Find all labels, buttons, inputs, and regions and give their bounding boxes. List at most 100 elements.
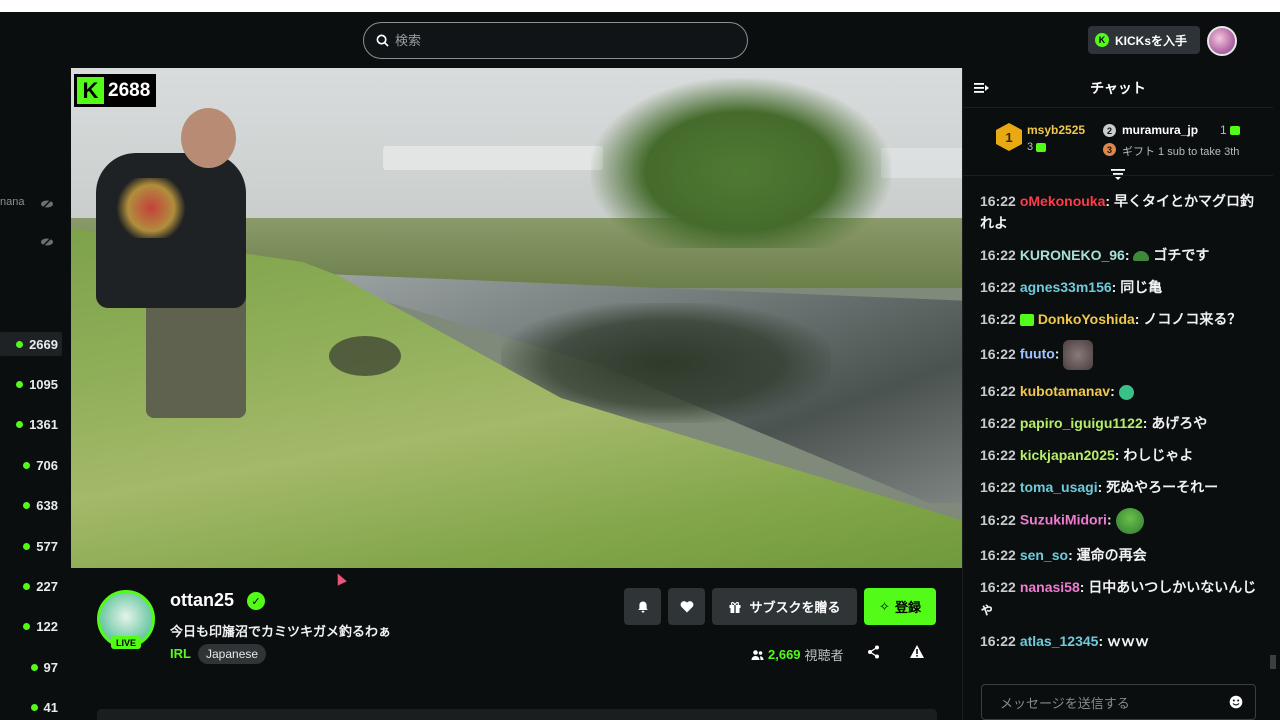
- category-link[interactable]: IRL: [170, 646, 191, 661]
- share-icon[interactable]: [867, 645, 880, 659]
- sidebar-channel-item[interactable]: 227: [0, 574, 62, 598]
- collapse-chat-icon[interactable]: [973, 81, 990, 95]
- msg-username[interactable]: agnes33m156: [1020, 279, 1112, 295]
- sidebar-channel-item[interactable]: 1361: [0, 412, 62, 436]
- sidebar-viewer-count: 41: [43, 699, 58, 715]
- chat-message: 16:22 oMekonouka: 早くタイとかマグロ釣れよ: [980, 193, 1254, 231]
- kicks-coin-icon: K: [1095, 33, 1109, 47]
- green-orb-emote-icon: [1118, 384, 1134, 400]
- live-dot-icon: [16, 340, 24, 348]
- language-tag[interactable]: Japanese: [198, 644, 267, 664]
- sidebar-channel-item[interactable]: 41: [0, 695, 62, 719]
- sidebar-channel-item[interactable]: 2669: [0, 332, 62, 356]
- leaderboard-count-2: 1: [1220, 123, 1240, 137]
- msg-time: 16:22: [980, 479, 1016, 495]
- channel-name[interactable]: ottan25: [170, 590, 234, 611]
- chat-message: 16:22 KURONEKO_96: ゴチです: [980, 247, 1210, 263]
- gift-subscription-button[interactable]: サブスクを贈る: [712, 588, 857, 625]
- sidebar-viewer-count: 1095: [29, 376, 58, 392]
- msg-username[interactable]: SuzukiMidori: [1020, 512, 1107, 528]
- msg-time: 16:22: [980, 415, 1016, 431]
- capybara-emote-icon: [1063, 340, 1094, 370]
- sidebar-channel-item[interactable]: 122: [0, 614, 62, 638]
- msg-text: あげろや: [1151, 415, 1208, 431]
- msg-username[interactable]: papiro_iguigu1122: [1020, 415, 1143, 431]
- sidebar-channel-item[interactable]: 577: [0, 534, 62, 558]
- msg-text: 運命の再会: [1076, 547, 1147, 563]
- msg-username[interactable]: fuuto: [1020, 346, 1055, 362]
- msg-username[interactable]: oMekonouka: [1020, 193, 1106, 209]
- rank-1-badge: 1: [996, 123, 1022, 151]
- notification-button[interactable]: [624, 588, 661, 625]
- eye-off-icon: [41, 198, 53, 210]
- chat-message: 16:22 sen_so: 運命の再会: [980, 547, 1147, 563]
- msg-text: ｗｗｗ: [1107, 633, 1150, 649]
- msg-time: 16:22: [980, 511, 1016, 528]
- msg-username[interactable]: toma_usagi: [1020, 479, 1098, 495]
- chat-message: 16:22 nanasi58: 日中あいつしかいないんじゃ: [980, 579, 1257, 617]
- video-viewer-badge: K 2688: [74, 74, 157, 107]
- msg-username[interactable]: atlas_12345: [1020, 633, 1099, 649]
- msg-time: 16:22: [980, 311, 1016, 327]
- sidebar-channel-item[interactable]: 1095: [0, 372, 62, 396]
- sidebar-viewer-count: 706: [36, 457, 58, 473]
- live-dot-icon: [23, 501, 31, 509]
- msg-username[interactable]: nanasi58: [1020, 579, 1080, 595]
- favorite-button[interactable]: [668, 588, 705, 625]
- sidebar-viewer-count: 577: [36, 538, 58, 554]
- msg-username[interactable]: sen_so: [1020, 547, 1068, 563]
- get-kicks-button[interactable]: K KICKsを入手: [1088, 26, 1200, 54]
- leaderboard-user-1[interactable]: msyb2525: [1027, 123, 1085, 137]
- viewers-icon: [751, 649, 764, 660]
- msg-username[interactable]: kubotamanav: [1020, 383, 1110, 399]
- sidebar-channel-item[interactable]: 638: [0, 493, 62, 517]
- msg-text: 死ぬやろーそれー: [1106, 479, 1219, 495]
- msg-time: 16:22: [980, 447, 1016, 463]
- user-avatar[interactable]: [1207, 26, 1237, 56]
- msg-time: 16:22: [980, 345, 1016, 362]
- msg-username[interactable]: KURONEKO_96: [1020, 247, 1125, 263]
- chat-message: 16:22 toma_usagi: 死ぬやろーそれー: [980, 479, 1219, 495]
- live-dot-icon: [23, 582, 31, 590]
- viewer-count-label: 視聴者: [804, 648, 844, 663]
- video-figure-head: [181, 108, 236, 168]
- gift-icon: [729, 601, 741, 613]
- browser-chrome-strip: [0, 0, 1280, 12]
- chat-message: 16:22 DonkoYoshida: ノコノコ来る？: [980, 311, 1242, 327]
- kick-logo-icon: K: [77, 77, 104, 104]
- following-sidebar: nana 2669 1095 1361 706 638 577 227 122 …: [0, 68, 70, 720]
- stream-title: 今日も印旛沼でカミツキガメ釣るわぁ: [170, 624, 392, 639]
- search-input[interactable]: [395, 33, 715, 48]
- leaderboard-count-2-value: 1: [1220, 123, 1227, 137]
- gift-subscription-label: サブスクを贈る: [749, 600, 841, 615]
- msg-time: 16:22: [980, 279, 1016, 295]
- chat-header: チャット: [963, 68, 1273, 108]
- chat-message: 16:22 agnes33m156: 同じ亀: [980, 279, 1163, 295]
- msg-time: 16:22: [980, 247, 1016, 263]
- live-dot-icon: [23, 461, 31, 469]
- search-box[interactable]: [363, 22, 748, 59]
- report-warning-icon[interactable]: [909, 644, 925, 659]
- sidebar-channel-item[interactable]: 706: [0, 453, 62, 477]
- follow-button[interactable]: ✧ 登録: [864, 588, 936, 625]
- msg-username[interactable]: DonkoYoshida: [1038, 311, 1135, 327]
- msg-username[interactable]: kickjapan2025: [1020, 447, 1115, 463]
- video-viewer-count: 2688: [108, 79, 151, 101]
- leaderboard-user-2[interactable]: muramura_jp: [1122, 123, 1198, 137]
- leaderboard-count-1: 3: [1027, 141, 1047, 153]
- page-scrollbar[interactable]: [1270, 655, 1276, 669]
- leaderboard-gift-prompt[interactable]: ギフト 1 sub to take 3th: [1122, 143, 1239, 159]
- chat-message-input[interactable]: メッセージを送信する: [981, 684, 1256, 720]
- live-badge: LIVE: [111, 636, 141, 649]
- emoji-picker-icon[interactable]: [1229, 695, 1243, 709]
- video-landing-net: [329, 336, 401, 376]
- msg-time: 16:22: [980, 633, 1016, 649]
- sidebar-channel-item[interactable]: 97: [0, 655, 62, 679]
- pepe-frog-emote-icon: [1115, 508, 1144, 534]
- chat-message: 16:22 atlas_12345: ｗｗｗ: [980, 633, 1150, 649]
- viewer-count-value: 2,669: [768, 647, 801, 662]
- expand-leaderboard-icon[interactable]: [1111, 168, 1125, 180]
- video-player[interactable]: K 2688: [71, 68, 962, 568]
- rank-2-badge: 2: [1103, 124, 1116, 137]
- chat-message: 16:22 papiro_iguigu1122: あげろや: [980, 415, 1208, 431]
